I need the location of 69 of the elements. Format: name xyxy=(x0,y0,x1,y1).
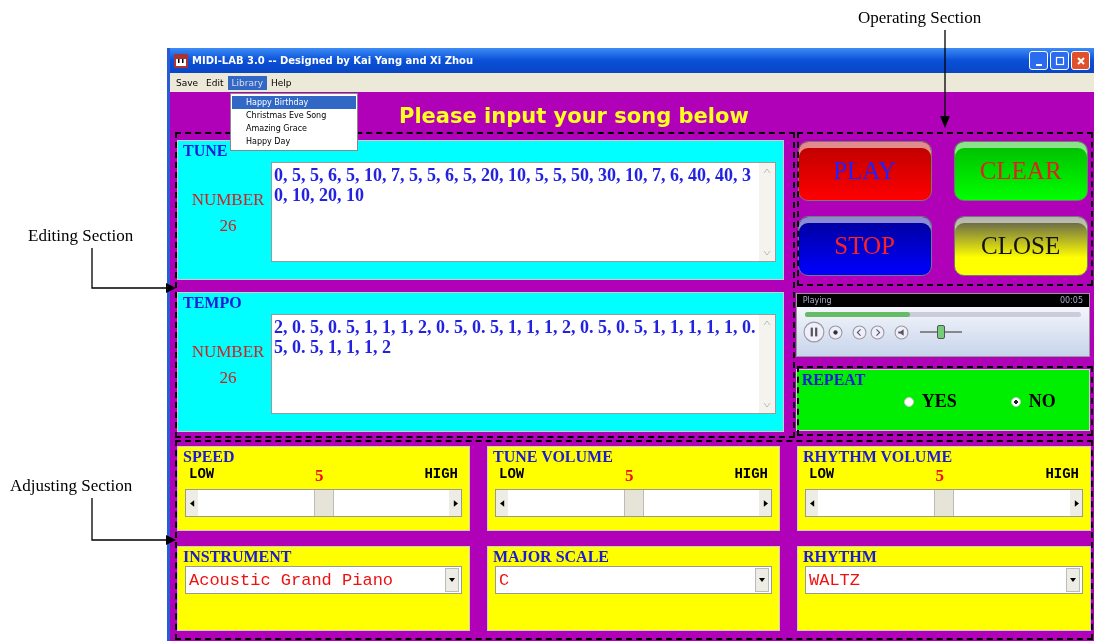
high-label: HIGH xyxy=(1045,466,1079,484)
low-label: LOW xyxy=(499,466,525,484)
panel-legend: INSTRUMENT xyxy=(181,548,294,566)
radio-button[interactable] xyxy=(903,396,914,407)
caret-icon[interactable] xyxy=(449,578,455,582)
menu-option[interactable]: Happy Birthday xyxy=(232,96,356,109)
menu-item[interactable]: Save xyxy=(172,75,203,90)
panel-legend: TUNE VOLUME xyxy=(491,448,615,466)
menu-item[interactable]: Library xyxy=(227,75,267,90)
panel-legend: SPEED xyxy=(181,448,237,466)
slider-track[interactable] xyxy=(805,489,1083,517)
menu-item[interactable]: Edit xyxy=(202,75,228,90)
panel-legend: MAJOR SCALE xyxy=(491,548,611,566)
panel-legend: REPEAT xyxy=(799,371,868,389)
maximize-button[interactable] xyxy=(1050,51,1069,70)
caret-icon[interactable] xyxy=(1070,578,1076,582)
window-title: MIDI-LAB 3.0 -- Designed by Kai Yang and Xi Zhou xyxy=(192,55,474,66)
menu-option[interactable]: Happy Day xyxy=(232,135,356,148)
pause-icon[interactable] xyxy=(802,321,825,343)
dropdown-field[interactable]: Acoustic Grand Piano xyxy=(185,566,462,594)
panel-legend: TUNE xyxy=(181,142,230,160)
slider-thumb[interactable] xyxy=(934,490,954,516)
close-button[interactable] xyxy=(1071,51,1090,70)
annotation-label: Editing Section xyxy=(28,226,134,246)
player-status: Playing xyxy=(802,296,832,305)
volume-thumb[interactable] xyxy=(936,325,945,339)
stop-icon[interactable] xyxy=(827,324,843,340)
low-label: LOW xyxy=(809,466,835,484)
slider-value: 5 xyxy=(625,466,634,486)
number-value: 26 xyxy=(219,368,237,388)
high-label: HIGH xyxy=(424,466,458,484)
text-area[interactable]: 0, 5, 5, 6, 5, 10, 7, 5, 5, 6, 5, 20, 10, 5, 5, 50, 30, 10, 7, 6, 40, 40, 30, 10, 20, 10 xyxy=(271,162,776,262)
panel-legend: TEMPO xyxy=(181,294,244,312)
speaker-icon[interactable] xyxy=(893,324,909,340)
piano-icon xyxy=(174,53,188,68)
menu-item[interactable]: Help xyxy=(267,75,296,90)
minimize-button[interactable] xyxy=(1029,51,1048,70)
minimize-icon xyxy=(1035,63,1042,66)
menu-option[interactable]: Amazing Grace xyxy=(232,122,356,135)
dropdown-field[interactable]: WALTZ xyxy=(805,566,1083,594)
action-button[interactable]: CLOSE xyxy=(953,216,1088,276)
menu-option[interactable]: Christmas Eve Song xyxy=(232,109,356,122)
radio-option[interactable]: NO xyxy=(1010,391,1056,412)
text-area[interactable]: 2, 0. 5, 0. 5, 1, 1, 1, 2, 0. 5, 0. 5, 1, 1, 1, 2, 0. 5, 0. 5, 1, 1, 1, 1, 1, 0. 5, 0. 5, 1, 1, 1, 2 xyxy=(271,314,776,414)
heading: Please input your song below xyxy=(399,104,749,128)
panel-legend: RHYTHM VOLUME xyxy=(801,448,955,466)
panel-legend: RHYTHM xyxy=(801,548,879,566)
annotation-label: Operating Section xyxy=(858,8,982,28)
slider-value: 5 xyxy=(935,466,945,486)
previous-icon[interactable] xyxy=(851,324,867,340)
slider-track[interactable] xyxy=(185,489,462,517)
number-value: 26 xyxy=(219,216,237,236)
caret-icon[interactable] xyxy=(759,578,765,582)
slider-value: 5 xyxy=(315,466,324,486)
slider-thumb[interactable] xyxy=(623,490,644,516)
low-label: LOW xyxy=(189,466,215,484)
radio-option[interactable]: YES xyxy=(903,391,957,412)
maximize-icon xyxy=(1054,55,1065,66)
slider-thumb[interactable] xyxy=(313,490,334,516)
annotation-label: Adjusting Section xyxy=(10,476,133,496)
dropdown-field[interactable]: C xyxy=(495,566,772,594)
number-label: NUMBER xyxy=(191,190,265,210)
next-icon[interactable] xyxy=(869,324,885,340)
number-label: NUMBER xyxy=(191,342,265,362)
close-icon xyxy=(1075,55,1086,66)
slider-track[interactable] xyxy=(495,489,772,517)
high-label: HIGH xyxy=(734,466,768,484)
player-time: 00:05 xyxy=(1059,296,1083,305)
radio-button[interactable] xyxy=(1010,396,1021,407)
